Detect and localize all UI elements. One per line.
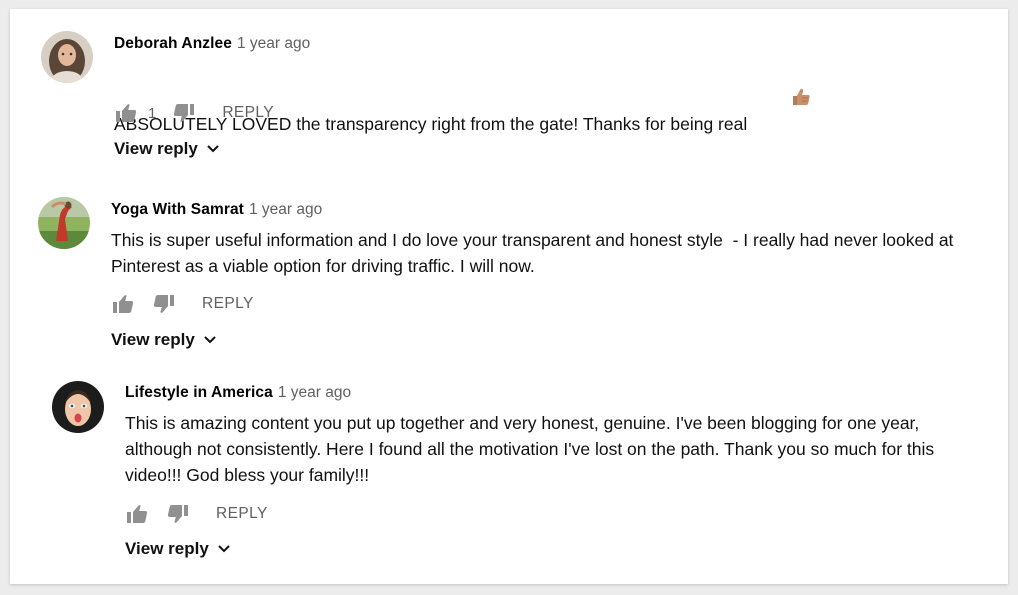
comment-text: This is super useful information and I d… bbox=[111, 230, 959, 276]
author-name[interactable]: Deborah Anzlee bbox=[114, 35, 232, 52]
like-button[interactable] bbox=[125, 502, 149, 526]
dislike-button[interactable] bbox=[172, 101, 196, 125]
thumbs-up-icon bbox=[113, 295, 134, 313]
chevron-down-icon bbox=[206, 144, 220, 154]
thumbs-up-emoji-icon bbox=[752, 61, 811, 139]
comment-header: Lifestyle in America 1 year ago bbox=[125, 383, 351, 403]
avatar[interactable] bbox=[38, 197, 90, 249]
reply-button[interactable]: REPLY bbox=[216, 505, 268, 523]
view-reply-label: View reply bbox=[125, 539, 209, 558]
view-reply-label: View reply bbox=[111, 330, 195, 349]
comment-actions: REPLY bbox=[111, 292, 254, 316]
view-reply-label: View reply bbox=[114, 139, 198, 158]
comment-text: This is amazing content you put up toget… bbox=[125, 413, 940, 485]
view-reply-button[interactable]: View reply bbox=[125, 539, 231, 559]
like-button[interactable] bbox=[114, 101, 138, 125]
reply-button[interactable]: REPLY bbox=[222, 104, 274, 122]
thumbs-up-icon bbox=[127, 505, 148, 523]
reply-button[interactable]: REPLY bbox=[202, 295, 254, 313]
chevron-down-icon bbox=[203, 335, 217, 345]
comment-header: Yoga With Samrat 1 year ago bbox=[111, 200, 322, 220]
thumbs-down-icon bbox=[174, 104, 195, 122]
comment-header: Deborah Anzlee 1 year ago bbox=[114, 34, 310, 54]
comment-time[interactable]: 1 year ago bbox=[237, 35, 310, 52]
view-reply-button[interactable]: View reply bbox=[114, 139, 220, 159]
avatar[interactable] bbox=[41, 31, 93, 83]
thumbs-down-icon bbox=[153, 295, 174, 313]
like-button[interactable] bbox=[111, 292, 135, 316]
comment-actions: 1 REPLY bbox=[114, 101, 274, 125]
comments-panel: Deborah Anzlee 1 year ago ABSOLUTELY LOVE… bbox=[10, 9, 1008, 584]
dislike-button[interactable] bbox=[152, 292, 176, 316]
chevron-down-icon bbox=[217, 544, 231, 554]
thumbs-down-icon bbox=[167, 505, 188, 523]
comment-time[interactable]: 1 year ago bbox=[278, 384, 351, 401]
author-name[interactable]: Yoga With Samrat bbox=[111, 201, 244, 218]
comment-text: ABSOLUTELY LOVED the transparency right … bbox=[114, 61, 994, 139]
like-count: 1 bbox=[148, 104, 157, 122]
dislike-button[interactable] bbox=[166, 502, 190, 526]
author-name[interactable]: Lifestyle in America bbox=[125, 384, 273, 401]
comment-time[interactable]: 1 year ago bbox=[249, 201, 322, 218]
comment-actions: REPLY bbox=[125, 502, 268, 526]
thumbs-up-icon bbox=[116, 104, 137, 122]
view-reply-button[interactable]: View reply bbox=[111, 330, 217, 350]
avatar[interactable] bbox=[52, 381, 104, 433]
